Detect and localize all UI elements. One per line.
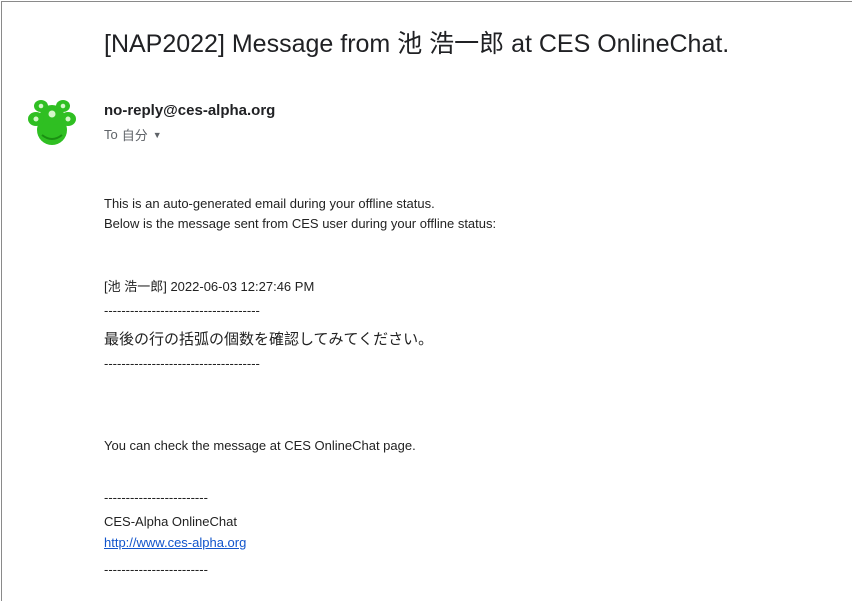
message-header: [池 浩一郎] 2022-06-03 12:27:46 PM bbox=[104, 279, 315, 294]
signature-link[interactable]: http://www.ces-alpha.org bbox=[104, 535, 246, 550]
sender-email: no-reply@ces-alpha.org bbox=[104, 102, 276, 119]
to-label: To bbox=[104, 127, 118, 142]
separator-top: ------------------------------------ bbox=[104, 303, 260, 318]
email-subject: [NAP2022] Message from 池 浩一郎 at CES Onli… bbox=[104, 30, 730, 58]
body-line-1: This is an auto-generated email during y… bbox=[104, 196, 435, 211]
sender-avatar[interactable] bbox=[27, 97, 77, 147]
check-message-line: You can check the message at CES OnlineC… bbox=[104, 438, 416, 453]
separator-bottom: ------------------------------------ bbox=[104, 356, 260, 371]
signature-separator-bottom: ------------------------ bbox=[104, 562, 208, 577]
signature-separator-top: ------------------------ bbox=[104, 490, 208, 505]
body-line-2: Below is the message sent from CES user … bbox=[104, 216, 497, 231]
message-text: 最後の行の括弧の個数を確認してみてください。 bbox=[104, 331, 434, 348]
recipient-line: To 自分 ▼ bbox=[104, 125, 162, 144]
chevron-down-icon[interactable]: ▼ bbox=[153, 130, 162, 140]
green-paw-avatar-icon bbox=[28, 100, 76, 145]
email-frame bbox=[1, 1, 852, 601]
signature-name: CES-Alpha OnlineChat bbox=[104, 514, 237, 529]
recipient-name: 自分 bbox=[121, 128, 148, 143]
